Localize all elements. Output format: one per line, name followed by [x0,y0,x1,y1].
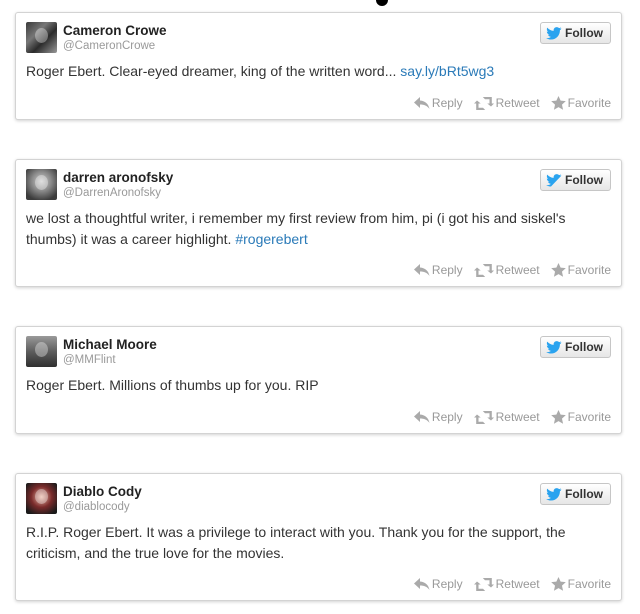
tweet-hashtag[interactable]: #rogerebert [235,231,307,247]
favorite-button[interactable]: Favorite [550,263,611,277]
author-handle[interactable]: @diablocody [63,501,130,513]
tweet-actions: Reply Retweet Favorite [403,410,611,424]
reply-arrow-icon [413,578,430,590]
star-icon [550,263,566,277]
follow-label: Follow [565,26,603,40]
tweet-card-cameron-crowe: Cameron Crowe @CameronCrowe Follow Roger… [15,12,622,120]
retweet-label: Retweet [495,96,540,110]
retweet-button[interactable]: Retweet [473,263,540,277]
reply-arrow-icon [413,411,430,423]
favorite-label: Favorite [567,263,611,277]
retweet-button[interactable]: Retweet [473,410,540,424]
author-handle[interactable]: @CameronCrowe [63,40,155,52]
tweet-body: R.I.P. Roger Ebert. It was a privilege t… [26,524,566,561]
tweet-card-diablo-cody: Diablo Cody @diablocody Follow R.I.P. Ro… [15,473,622,601]
favorite-button[interactable]: Favorite [550,96,611,110]
retweet-label: Retweet [495,577,540,591]
twitter-bird-icon [546,26,562,40]
retweet-label: Retweet [495,263,540,277]
follow-label: Follow [565,340,603,354]
reply-button[interactable]: Reply [413,410,463,424]
reply-arrow-icon [413,264,430,276]
reply-button[interactable]: Reply [413,577,463,591]
author-handle[interactable]: @MMFlint [63,354,116,366]
favorite-label: Favorite [567,96,611,110]
author-name[interactable]: Cameron Crowe [63,23,167,38]
tweet-link[interactable]: say.ly/bRt5wg3 [400,63,494,79]
retweet-label: Retweet [495,410,540,424]
reply-button[interactable]: Reply [413,263,463,277]
follow-label: Follow [565,487,603,501]
avatar[interactable] [26,169,57,200]
favorite-button[interactable]: Favorite [550,410,611,424]
tweet-actions: Reply Retweet Favorite [403,577,611,591]
tweet-text: R.I.P. Roger Ebert. It was a privilege t… [26,522,611,564]
partial-graphic-dot [376,0,388,6]
reply-label: Reply [431,263,463,277]
star-icon [550,96,566,110]
reply-label: Reply [431,577,463,591]
twitter-bird-icon [546,487,562,501]
tweet-card-michael-moore: Michael Moore @MMFlint Follow Roger Eber… [15,326,622,434]
twitter-bird-icon [546,173,562,187]
reply-button[interactable]: Reply [413,96,463,110]
follow-button[interactable]: Follow [540,169,611,191]
author-handle[interactable]: @DarrenAronofsky [63,187,161,199]
avatar[interactable] [26,336,57,367]
tweet-actions: Reply Retweet Favorite [403,263,611,277]
tweet-text: Roger Ebert. Clear-eyed dreamer, king of… [26,61,611,82]
tweet-text: we lost a thoughtful writer, i remember … [26,208,611,250]
follow-button[interactable]: Follow [540,22,611,44]
reply-label: Reply [431,96,463,110]
avatar[interactable] [26,22,57,53]
tweet-text: Roger Ebert. Millions of thumbs up for y… [26,375,611,396]
follow-button[interactable]: Follow [540,483,611,505]
retweet-icon [473,263,494,277]
twitter-bird-icon [546,340,562,354]
retweet-icon [473,96,494,110]
retweet-icon [473,410,494,424]
tweet-actions: Reply Retweet Favorite [403,96,611,110]
author-name[interactable]: darren aronofsky [63,170,173,185]
star-icon [550,577,566,591]
reply-arrow-icon [413,97,430,109]
follow-button[interactable]: Follow [540,336,611,358]
favorite-label: Favorite [567,577,611,591]
favorite-label: Favorite [567,410,611,424]
tweet-body: Roger Ebert. Millions of thumbs up for y… [26,377,319,393]
retweet-button[interactable]: Retweet [473,96,540,110]
retweet-button[interactable]: Retweet [473,577,540,591]
avatar[interactable] [26,483,57,514]
retweet-icon [473,577,494,591]
author-name[interactable]: Michael Moore [63,337,157,352]
star-icon [550,410,566,424]
favorite-button[interactable]: Favorite [550,577,611,591]
author-name[interactable]: Diablo Cody [63,484,142,499]
reply-label: Reply [431,410,463,424]
tweet-body: Roger Ebert. Clear-eyed dreamer, king of… [26,63,401,79]
tweet-card-darren-aronofsky: darren aronofsky @DarrenAronofsky Follow… [15,159,622,287]
follow-label: Follow [565,173,603,187]
